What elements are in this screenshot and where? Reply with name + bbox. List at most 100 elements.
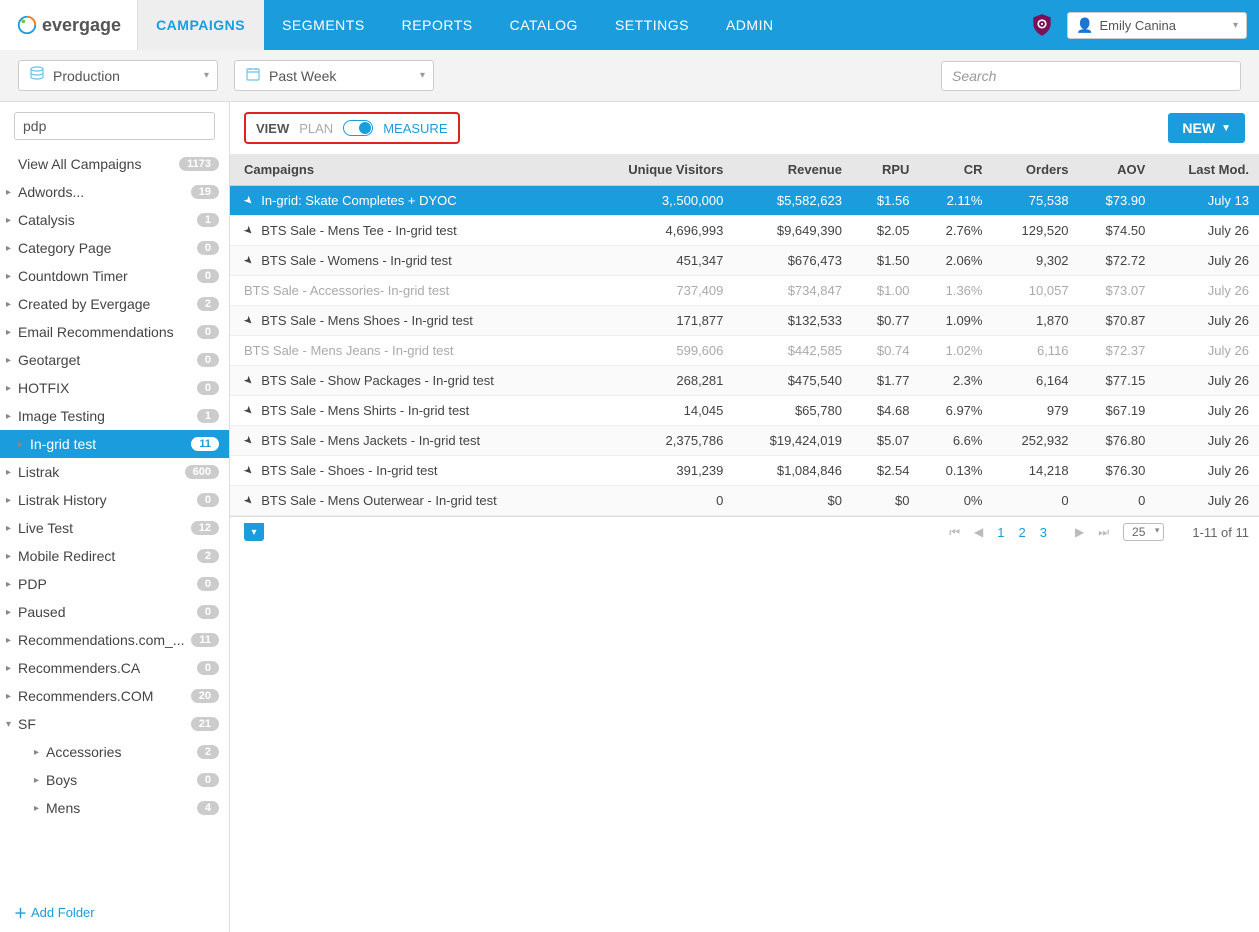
table-row[interactable]: ➤BTS Sale - Mens Outerwear - In-grid tes… [230, 486, 1259, 516]
cell-mod: July 26 [1155, 486, 1259, 516]
caret-icon: ▸ [6, 495, 18, 506]
sidebar-item[interactable]: ▾SF21 [0, 710, 229, 738]
shield-icon[interactable] [1029, 12, 1055, 38]
sidebar-item[interactable]: ▸Recommenders.CA0 [0, 654, 229, 682]
sidebar-item-label: Mobile Redirect [18, 548, 197, 564]
sidebar-item[interactable]: ▸HOTFIX0 [0, 374, 229, 402]
sidebar-item[interactable]: ▸Mens4 [0, 794, 229, 822]
sidebar-filter-input[interactable]: pdp [14, 112, 215, 140]
sidebar-item[interactable]: ▸Catalysis1 [0, 206, 229, 234]
sidebar-item[interactable]: ▸Listrak600 [0, 458, 229, 486]
campaign-name: In-grid: Skate Completes + DYOC [261, 193, 456, 208]
sidebar-item[interactable]: ▸Paused0 [0, 598, 229, 626]
nav-catalog[interactable]: CATALOG [492, 0, 597, 50]
view-mode-toggle[interactable] [343, 120, 373, 136]
column-header[interactable]: Revenue [733, 154, 852, 186]
table-row[interactable]: ➤BTS Sale - Mens Shoes - In-grid test171… [230, 306, 1259, 336]
cell-aov: $73.90 [1079, 186, 1156, 216]
sidebar-item[interactable]: ▸Mobile Redirect2 [0, 542, 229, 570]
caret-icon: ▾ [6, 719, 18, 730]
nav-admin[interactable]: ADMIN [708, 0, 793, 50]
sidebar-item-label: Listrak [18, 464, 185, 480]
nav-reports[interactable]: REPORTS [384, 0, 492, 50]
caret-icon: ▸ [6, 187, 18, 198]
sidebar-item[interactable]: ▸Created by Evergage2 [0, 290, 229, 318]
column-header[interactable]: RPU [852, 154, 920, 186]
table-row[interactable]: ➤BTS Sale - Shoes - In-grid test391,239$… [230, 456, 1259, 486]
page-link[interactable]: 2 [1019, 525, 1026, 540]
sidebar-item[interactable]: ▸Countdown Timer0 [0, 262, 229, 290]
sidebar-item-label: Recommenders.CA [18, 660, 197, 676]
column-header[interactable]: Last Mod. [1155, 154, 1259, 186]
campaign-name: BTS Sale - Mens Shoes - In-grid test [261, 313, 473, 328]
sidebar-item[interactable]: ▸Adwords...19 [0, 178, 229, 206]
table-row[interactable]: ➤BTS Sale - Mens Jackets - In-grid test2… [230, 426, 1259, 456]
sidebar-item[interactable]: ▸Image Testing1 [0, 402, 229, 430]
cell-orders: 14,218 [992, 456, 1078, 486]
column-header[interactable]: Orders [992, 154, 1078, 186]
sidebar-item[interactable]: ▸Listrak History0 [0, 486, 229, 514]
table-row[interactable]: BTS Sale - Mens Jeans - In-grid test599,… [230, 336, 1259, 366]
page-link[interactable]: 1 [997, 525, 1004, 540]
daterange-select[interactable]: Past Week [234, 60, 434, 91]
column-header[interactable]: CR [919, 154, 992, 186]
column-header[interactable]: Campaigns [230, 154, 586, 186]
cell-rpu: $2.54 [852, 456, 920, 486]
cell-cr: 0% [919, 486, 992, 516]
sidebar-item[interactable]: ▸Email Recommendations0 [0, 318, 229, 346]
page-link[interactable]: 3 [1040, 525, 1047, 540]
sidebar-item[interactable]: View All Campaigns1173 [0, 150, 229, 178]
sidebar-item[interactable]: ▸Recommenders.COM20 [0, 682, 229, 710]
table-row[interactable]: ➤BTS Sale - Mens Shirts - In-grid test14… [230, 396, 1259, 426]
cell-aov: $76.80 [1079, 426, 1156, 456]
dataset-select[interactable]: Production [18, 60, 218, 91]
cell-mod: July 26 [1155, 306, 1259, 336]
sidebar-item[interactable]: ▸PDP0 [0, 570, 229, 598]
table-row[interactable]: ➤BTS Sale - Womens - In-grid test451,347… [230, 246, 1259, 276]
table-row[interactable]: ➤BTS Sale - Show Packages - In-grid test… [230, 366, 1259, 396]
cell-cr: 1.02% [919, 336, 992, 366]
caret-icon: ▸ [6, 579, 18, 590]
sidebar-item[interactable]: ▸In-grid test11 [0, 430, 229, 458]
sidebar-item-label: Boys [46, 772, 197, 788]
sidebar-item[interactable]: ▸Boys0 [0, 766, 229, 794]
global-search-input[interactable]: Search [941, 61, 1241, 91]
campaign-name: BTS Sale - Accessories- In-grid test [244, 283, 449, 298]
cell-uv: 2,375,786 [586, 426, 734, 456]
table-row[interactable]: ➤BTS Sale - Mens Tee - In-grid test4,696… [230, 216, 1259, 246]
sidebar-item-label: Mens [46, 800, 197, 816]
user-dropdown[interactable]: 👤 Emily Canina [1067, 12, 1247, 39]
page-first-icon[interactable]: ⏮ [949, 525, 960, 540]
sidebar-item[interactable]: ▸Category Page0 [0, 234, 229, 262]
page-size-select[interactable]: 25 [1123, 523, 1164, 541]
plan-label[interactable]: PLAN [299, 121, 333, 136]
add-folder-button[interactable]: ＋ Add Folder [0, 893, 229, 932]
table-row[interactable]: BTS Sale - Accessories- In-grid test737,… [230, 276, 1259, 306]
nav-segments[interactable]: SEGMENTS [264, 0, 384, 50]
campaign-icon: ➤ [241, 223, 257, 239]
logo[interactable]: evergage [0, 0, 138, 50]
table-row[interactable]: ➤In-grid: Skate Completes + DYOC3,.500,0… [230, 186, 1259, 216]
page-prev-icon[interactable]: ◀ [974, 525, 983, 539]
page-range: 1-11 of 11 [1192, 525, 1249, 540]
sidebar-item[interactable]: ▸Geotarget0 [0, 346, 229, 374]
nav-settings[interactable]: SETTINGS [597, 0, 708, 50]
sidebar-item[interactable]: ▸Live Test12 [0, 514, 229, 542]
cell-orders: 6,116 [992, 336, 1078, 366]
add-folder-label: Add Folder [31, 905, 95, 920]
sidebar-item[interactable]: ▸Recommendations.com_...11 [0, 626, 229, 654]
sidebar-item[interactable]: ▸Accessories2 [0, 738, 229, 766]
expand-handle[interactable]: ▾ [244, 523, 264, 541]
nav-campaigns[interactable]: CAMPAIGNS [138, 0, 264, 50]
new-button[interactable]: NEW ▼ [1168, 113, 1245, 143]
page-next-icon[interactable]: ▶ [1075, 525, 1084, 539]
cell-orders: 6,164 [992, 366, 1078, 396]
column-header[interactable]: Unique Visitors [586, 154, 734, 186]
page-last-icon[interactable]: ⏭ [1098, 525, 1109, 540]
count-badge: 0 [197, 661, 219, 675]
measure-label[interactable]: MEASURE [383, 121, 447, 136]
sidebar: pdp View All Campaigns1173▸Adwords...19▸… [0, 102, 230, 932]
campaign-name: BTS Sale - Shoes - In-grid test [261, 463, 437, 478]
sidebar-item-label: HOTFIX [18, 380, 197, 396]
column-header[interactable]: AOV [1079, 154, 1156, 186]
